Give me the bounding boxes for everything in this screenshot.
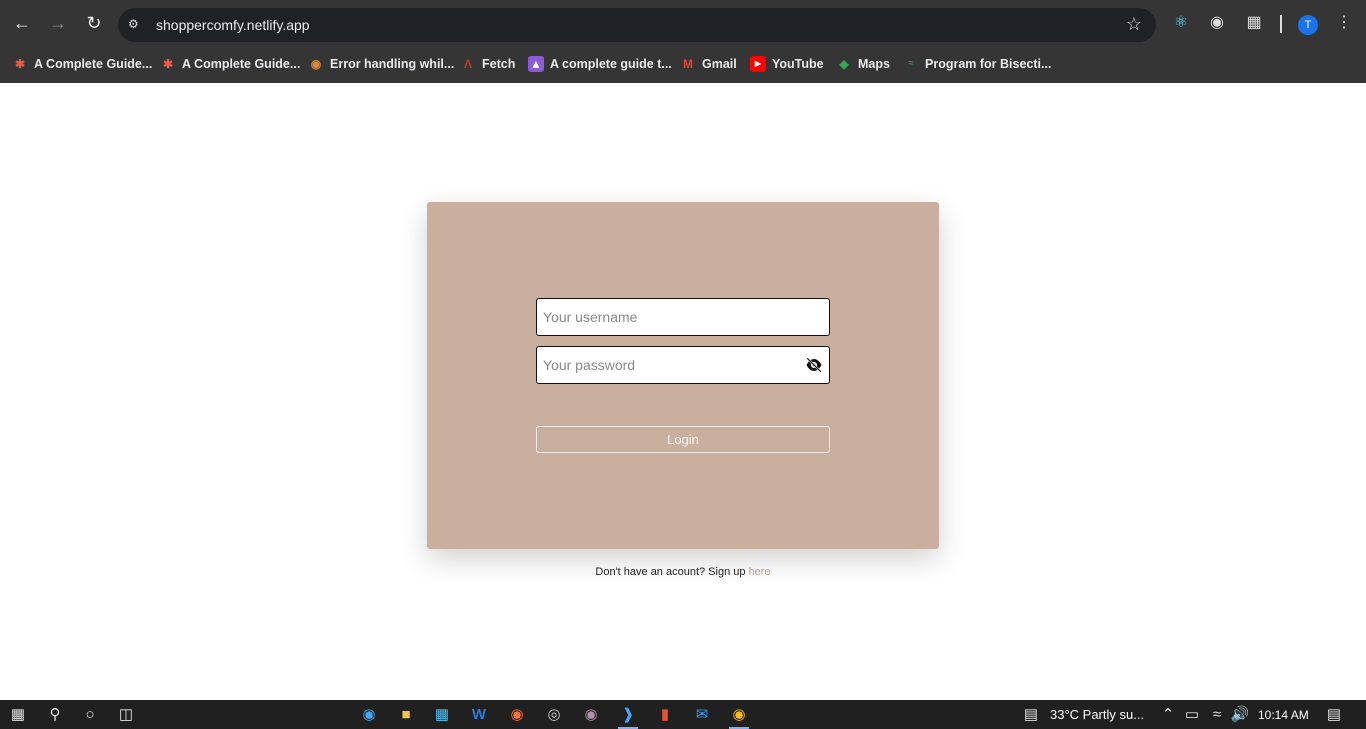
login-button[interactable]: Login xyxy=(536,426,830,453)
signup-prompt: Don't have an acount? Sign up here xyxy=(0,566,1366,578)
bookmark-label: Error handling whil... xyxy=(330,57,455,71)
edge-icon[interactable]: ◉ xyxy=(357,703,381,727)
news-weather-icon[interactable]: ▤ xyxy=(1018,703,1044,727)
toolbar-divider xyxy=(1280,15,1282,33)
office-icon[interactable]: ▮ xyxy=(653,703,677,727)
firefox-icon[interactable]: ◉ xyxy=(505,703,529,727)
password-input[interactable] xyxy=(543,347,803,382)
chevron-up-icon[interactable]: ⌃ xyxy=(1156,703,1180,727)
mail-icon[interactable]: ✉ xyxy=(690,703,714,727)
username-input[interactable] xyxy=(543,299,803,334)
bookmark-label: Maps xyxy=(858,57,890,71)
file-explorer-icon[interactable]: ■ xyxy=(394,703,418,727)
page-content: Login Don't have an acount? Sign up here xyxy=(0,83,1366,700)
bookmark-item[interactable]: Λ Fetch xyxy=(460,55,515,73)
youtube-icon: ▶ xyxy=(750,56,766,72)
owl-icon: ◉ xyxy=(310,57,322,71)
volume-icon[interactable]: 🔊 xyxy=(1228,703,1252,727)
weather-text[interactable]: 33°C Partly su... xyxy=(1050,707,1144,722)
bookmark-item[interactable]: ✱ A Complete Guide... xyxy=(160,55,300,73)
maps-icon: ◆ xyxy=(839,57,849,71)
bookmark-star-icon[interactable]: ☆ xyxy=(1126,14,1142,35)
bookmark-item[interactable]: ▶ YouTube xyxy=(750,55,824,73)
wifi-icon[interactable]: ≈ xyxy=(1205,703,1229,727)
store-icon[interactable]: ▦ xyxy=(430,703,454,727)
taskbar: ▦ ⚲ ○ ◫ ◉ ■ ▦ W ◉ ◎ ◉ ❱ ▮ ✉ ◉ ▤ 33°C Par… xyxy=(0,700,1366,729)
menu-icon[interactable]: ⋮ xyxy=(1335,14,1353,32)
bookmark-label: Program for Bisecti... xyxy=(925,57,1052,71)
bookmark-label: A Complete Guide... xyxy=(182,57,301,71)
bookmark-item[interactable]: ▲ A complete guide t... xyxy=(528,55,672,73)
bookmark-item[interactable]: ≈ Program for Bisecti... xyxy=(903,55,1051,73)
username-field[interactable] xyxy=(536,298,830,336)
task-view-icon[interactable]: ◫ xyxy=(114,703,138,727)
obs-icon[interactable]: ◎ xyxy=(542,703,566,727)
forward-icon[interactable]: → xyxy=(46,11,70,35)
vscode-icon[interactable]: ❱ xyxy=(616,703,640,729)
notifications-icon[interactable]: ▤ xyxy=(1322,703,1346,727)
bookmark-label: A complete guide t... xyxy=(550,57,672,71)
battery-icon[interactable]: ▭ xyxy=(1180,703,1204,727)
reload-icon[interactable]: ↻ xyxy=(82,11,106,35)
asterisk-icon: ✱ xyxy=(14,57,26,71)
bookmark-item[interactable]: ◉ Error handling whil... xyxy=(308,55,455,73)
signup-text: Don't have an acount? Sign up xyxy=(595,566,749,578)
grammarly-icon[interactable]: ◉ xyxy=(1208,14,1226,32)
browser-toolbar: ← → ↻ ⚙ shoppercomfy.netlify.app ☆ ⚛ ◉ ▦… xyxy=(0,0,1366,46)
search-icon[interactable]: ⚲ xyxy=(43,703,67,727)
bookmark-label: YouTube xyxy=(772,57,824,71)
eye-slash-icon[interactable] xyxy=(805,357,823,373)
gmail-icon: M xyxy=(683,57,693,71)
signup-link[interactable]: here xyxy=(749,566,771,578)
asterisk-icon: ✱ xyxy=(162,57,174,71)
extensions-icon[interactable]: ▦ xyxy=(1245,14,1263,32)
bookmark-item[interactable]: ✱ A Complete Guide... xyxy=(12,55,152,73)
gfg-icon: ≈ xyxy=(908,58,914,69)
rocket-icon: ▲ xyxy=(528,56,544,72)
chrome-icon[interactable]: ◉ xyxy=(727,703,751,729)
bookmark-item[interactable]: ◆ Maps xyxy=(836,55,890,73)
address-bar[interactable]: ⚙ shoppercomfy.netlify.app ☆ xyxy=(118,8,1156,42)
github-desktop-icon[interactable]: ◉ xyxy=(579,703,603,727)
word-icon[interactable]: W xyxy=(467,703,491,727)
url-text[interactable]: shoppercomfy.netlify.app xyxy=(156,17,310,33)
profile-avatar[interactable]: T xyxy=(1298,15,1318,35)
bookmark-label: Gmail xyxy=(702,57,737,71)
clock-time[interactable]: 10:14 AM xyxy=(1258,708,1309,722)
login-card: Login xyxy=(427,202,939,549)
windows-start-icon[interactable]: ▦ xyxy=(6,703,30,727)
password-field[interactable] xyxy=(536,346,830,384)
react-devtools-icon[interactable]: ⚛ xyxy=(1172,14,1190,32)
cortana-icon[interactable]: ○ xyxy=(78,703,102,727)
back-icon[interactable]: ← xyxy=(10,11,34,35)
bookmark-label: Fetch xyxy=(482,57,516,71)
site-info-icon[interactable]: ⚙ xyxy=(128,17,144,33)
tower-icon: Λ xyxy=(463,57,472,71)
bookmark-label: A Complete Guide... xyxy=(34,57,153,71)
bookmark-item[interactable]: M Gmail xyxy=(680,55,737,73)
bookmarks-bar: ✱ A Complete Guide... ✱ A Complete Guide… xyxy=(0,46,1366,83)
